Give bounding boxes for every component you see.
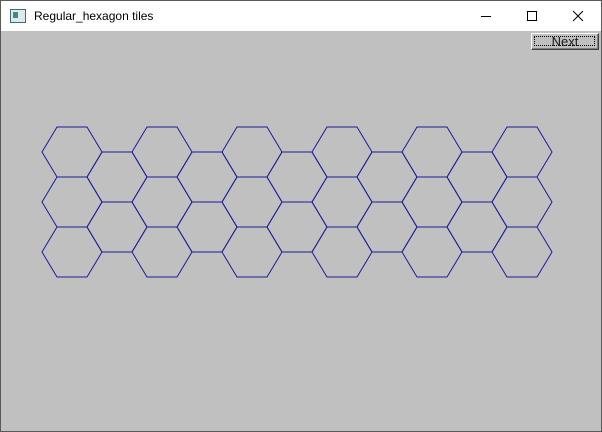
hexagon-tile (401, 226, 463, 278)
minimize-button[interactable] (463, 1, 509, 31)
hexagon-tile (86, 151, 148, 203)
hexagon-tile (131, 176, 193, 228)
next-button-label: Next (551, 34, 579, 49)
hexagon-tiles-canvas (41, 126, 553, 278)
hexagon-tile (41, 176, 103, 228)
hexagon-tile (86, 201, 148, 253)
maximize-button[interactable] (509, 1, 555, 31)
hexagon-tile (221, 126, 283, 178)
hexagon-tile (491, 226, 553, 278)
hexagon-tile (41, 226, 103, 278)
window-controls (463, 1, 601, 31)
hexagon-tile (311, 176, 373, 228)
window-title: Regular_hexagon tiles (34, 9, 154, 23)
hexagon-tile (356, 151, 418, 203)
hexagon-tile (266, 151, 328, 203)
app-icon (10, 9, 26, 23)
app-window: Regular_hexagon tiles Next (0, 0, 602, 432)
maximize-icon (527, 11, 537, 21)
hexagon-tile (311, 126, 373, 178)
hexagon-tile (356, 201, 418, 253)
hexagon-tile (401, 176, 463, 228)
hexagon-tile (131, 226, 193, 278)
hexagon-tile (131, 126, 193, 178)
hexagon-tile (446, 201, 508, 253)
close-icon (572, 10, 584, 22)
hexagon-tile (491, 126, 553, 178)
drawing-area: Next (1, 31, 601, 431)
hexagon-tile (311, 226, 373, 278)
hexagon-tile (491, 176, 553, 228)
next-button[interactable]: Next (531, 33, 599, 50)
hexagon-tile (221, 176, 283, 228)
hexagon-tile (446, 151, 508, 203)
minimize-icon (481, 16, 491, 17)
hexagon-tile (176, 151, 238, 203)
close-button[interactable] (555, 1, 601, 31)
title-bar[interactable]: Regular_hexagon tiles (1, 1, 601, 31)
hexagon-tile (221, 226, 283, 278)
hexagon-tile (266, 201, 328, 253)
hexagon-tile (176, 201, 238, 253)
hexagon-tile (41, 126, 103, 178)
hexagon-tile (401, 126, 463, 178)
